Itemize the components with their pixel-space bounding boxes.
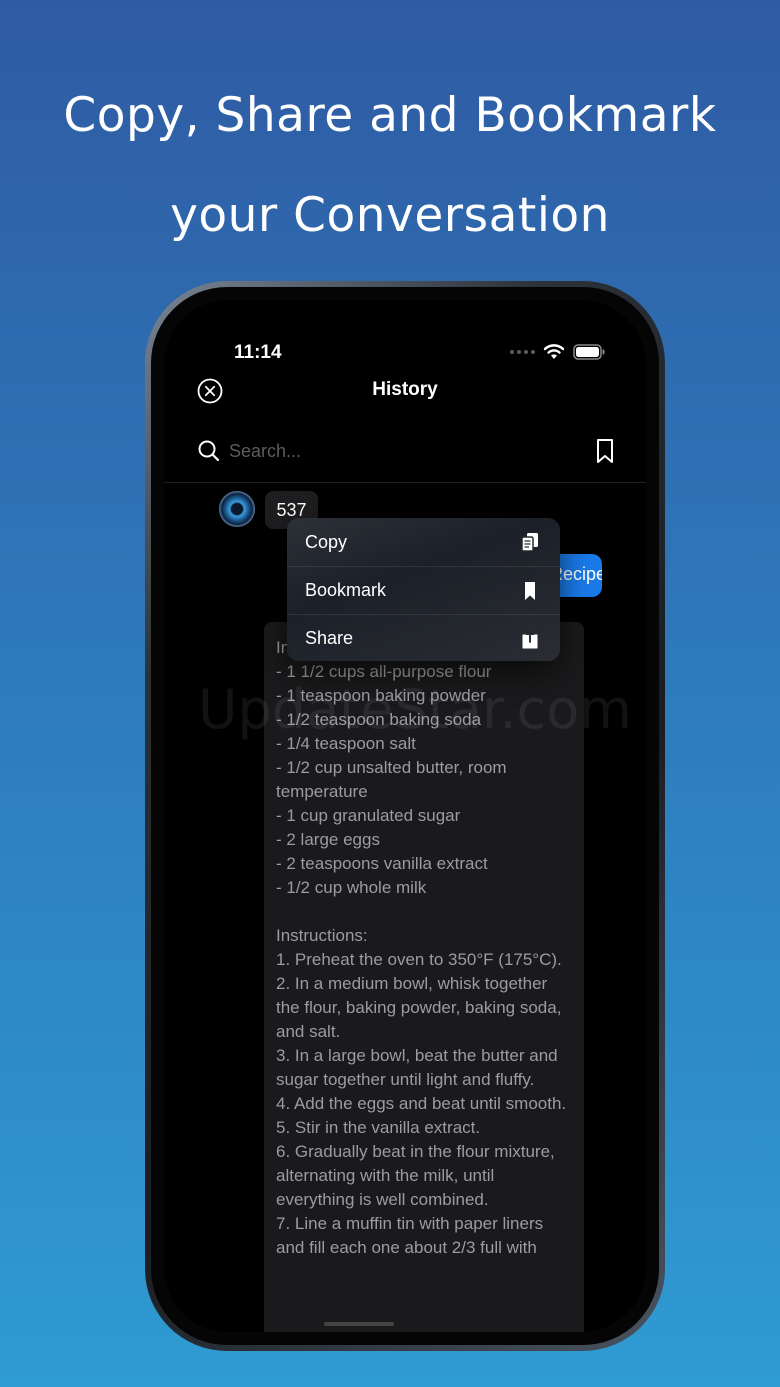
battery-icon — [573, 344, 605, 360]
search-icon — [198, 440, 220, 462]
status-time: 11:14 — [234, 342, 282, 363]
search-bar — [184, 432, 626, 472]
menu-item-label: Bookmark — [305, 580, 387, 600]
menu-item-copy[interactable]: Copy — [287, 518, 560, 566]
search-divider — [164, 482, 646, 483]
cellular-signal-icon — [510, 350, 535, 354]
status-icons — [510, 342, 606, 362]
watermark: UpdateStar.com — [198, 678, 632, 741]
headline-line-2: your Conversation — [170, 188, 610, 243]
phone-frame: 11:14 History Search... 537 Recipe - 1 1… — [145, 281, 665, 1351]
menu-item-share[interactable]: Share — [287, 614, 560, 661]
wifi-icon — [543, 344, 565, 359]
bookmark-icon[interactable] — [593, 437, 617, 465]
bookmark-icon — [525, 582, 535, 600]
context-menu: Copy Bookmark Share — [287, 518, 560, 661]
page-title: History — [372, 379, 438, 400]
bot-avatar — [219, 491, 255, 527]
headline-line-1: Copy, Share and Bookmark — [63, 88, 717, 143]
phone-bezel: 11:14 History Search... 537 Recipe - 1 1… — [151, 287, 659, 1345]
phone-screen: 11:14 History Search... 537 Recipe - 1 1… — [164, 300, 646, 1332]
menu-item-label: Copy — [305, 531, 348, 552]
share-icon — [522, 629, 538, 649]
menu-item-label: Share — [305, 628, 354, 648]
search-input[interactable] — [229, 436, 529, 466]
menu-item-bookmark[interactable]: Bookmark — [287, 566, 560, 614]
copy-icon — [521, 533, 538, 552]
home-indicator — [324, 1322, 394, 1326]
